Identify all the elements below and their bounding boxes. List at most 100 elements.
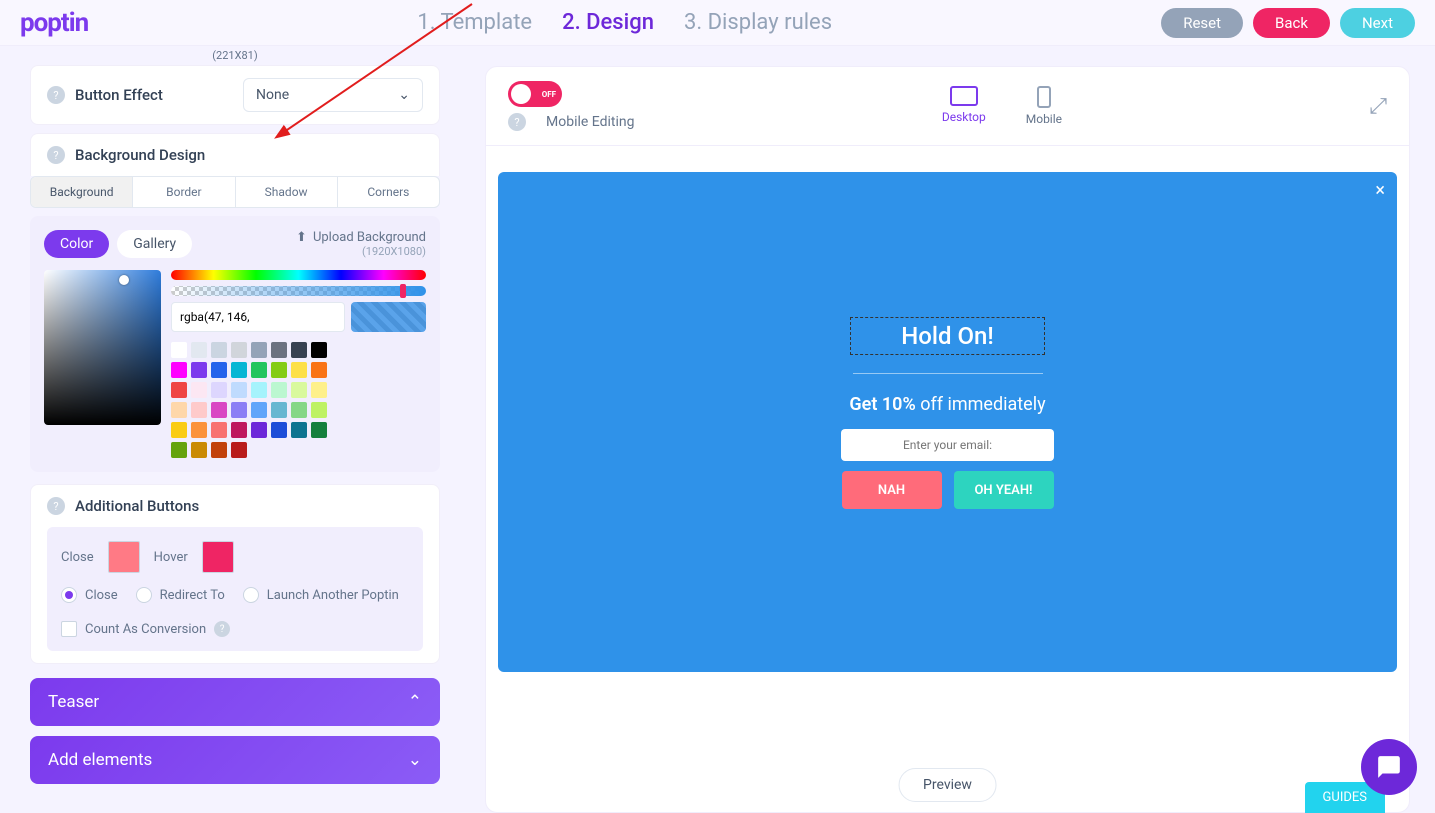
color-swatch[interactable] — [231, 422, 247, 438]
background-design-label: Background Design — [75, 146, 423, 164]
upload-background-link[interactable]: ⬆ Upload Background (1920X1080) — [296, 230, 426, 258]
color-swatch[interactable] — [271, 402, 287, 418]
color-swatch[interactable] — [231, 362, 247, 378]
color-swatch[interactable] — [271, 422, 287, 438]
radio-redirect[interactable]: Redirect To — [136, 587, 225, 603]
color-swatch[interactable] — [291, 422, 307, 438]
hover-color-swatch[interactable] — [202, 541, 234, 573]
color-swatch[interactable] — [271, 362, 287, 378]
chevron-down-icon: ⌄ — [408, 750, 422, 770]
color-swatch[interactable] — [171, 362, 187, 378]
color-swatch[interactable] — [211, 342, 227, 358]
color-swatch[interactable] — [311, 362, 327, 378]
color-swatch[interactable] — [311, 342, 327, 358]
color-swatch[interactable] — [191, 382, 207, 398]
checkbox-count-conversion[interactable]: Count As Conversion? — [61, 621, 230, 637]
color-swatch[interactable] — [191, 422, 207, 438]
hue-slider[interactable] — [171, 270, 426, 280]
help-icon[interactable]: ? — [47, 497, 65, 515]
color-swatch[interactable] — [231, 402, 247, 418]
color-swatch[interactable] — [271, 382, 287, 398]
mobile-editing-toggle[interactable]: OFF — [508, 81, 562, 107]
sidebar: (221X81) ? Button Effect None ⌄ ? Backgr… — [0, 46, 470, 813]
tab-corners[interactable]: Corners — [338, 177, 439, 207]
next-button[interactable]: Next — [1340, 8, 1415, 38]
popup-title-element[interactable]: Hold On! — [850, 317, 1045, 355]
color-swatch[interactable] — [171, 342, 187, 358]
color-gradient-picker[interactable] — [44, 270, 161, 425]
color-swatch[interactable] — [231, 342, 247, 358]
color-swatch[interactable] — [171, 402, 187, 418]
canvas-header: OFF ? Mobile Editing Desktop — [486, 67, 1409, 146]
button-effect-select[interactable]: None ⌄ — [243, 78, 423, 112]
help-icon[interactable]: ? — [508, 113, 526, 131]
fullscreen-icon[interactable]: ⤢ — [1369, 94, 1387, 119]
button-effect-label: Button Effect — [75, 86, 243, 104]
color-swatch[interactable] — [291, 382, 307, 398]
color-swatch[interactable] — [291, 402, 307, 418]
popup-subtitle[interactable]: Get 10% off immediately — [849, 394, 1045, 415]
color-input[interactable] — [171, 302, 345, 332]
popup-email-input[interactable] — [841, 429, 1054, 461]
color-swatch[interactable] — [191, 342, 207, 358]
color-swatch[interactable] — [231, 442, 247, 458]
color-swatch[interactable] — [211, 382, 227, 398]
chat-icon — [1376, 754, 1402, 780]
mobile-editing-label: Mobile Editing — [546, 114, 634, 130]
color-swatch[interactable] — [191, 402, 207, 418]
color-swatch[interactable] — [211, 362, 227, 378]
tab-border[interactable]: Border — [133, 177, 235, 207]
color-swatch[interactable] — [311, 422, 327, 438]
color-chip[interactable]: Color — [44, 230, 109, 258]
close-color-swatch[interactable] — [108, 541, 140, 573]
teaser-section[interactable]: Teaser ⌃ — [30, 678, 440, 726]
popup-yeah-button[interactable]: OH YEAH! — [954, 471, 1054, 509]
color-swatch[interactable] — [191, 362, 207, 378]
color-swatch[interactable] — [311, 402, 327, 418]
color-panel: Color Gallery ⬆ Upload Background (1920X… — [30, 216, 440, 472]
help-icon[interactable]: ? — [47, 146, 65, 164]
color-swatch[interactable] — [251, 422, 267, 438]
radio-close[interactable]: Close — [61, 587, 118, 603]
button-effect-row: ? Button Effect None ⌄ — [30, 65, 440, 125]
color-swatch[interactable] — [171, 422, 187, 438]
color-swatch[interactable] — [291, 362, 307, 378]
color-swatch[interactable] — [231, 382, 247, 398]
color-swatch[interactable] — [251, 382, 267, 398]
step-design[interactable]: 2. Design — [562, 10, 654, 35]
background-design-header: ? Background Design — [30, 133, 440, 176]
viewport-desktop[interactable]: Desktop — [942, 86, 986, 126]
radio-launch[interactable]: Launch Another Poptin — [243, 587, 399, 603]
tab-shadow[interactable]: Shadow — [236, 177, 338, 207]
color-swatch[interactable] — [191, 442, 207, 458]
chat-fab[interactable] — [1361, 739, 1417, 795]
color-swatch[interactable] — [211, 402, 227, 418]
color-swatch[interactable] — [211, 442, 227, 458]
color-swatch[interactable] — [311, 382, 327, 398]
color-swatch[interactable] — [211, 422, 227, 438]
desktop-icon — [950, 86, 978, 106]
viewport-mobile[interactable]: Mobile — [1026, 86, 1062, 126]
color-swatch[interactable] — [251, 362, 267, 378]
popup-close-button[interactable]: × — [1375, 180, 1385, 201]
help-icon[interactable]: ? — [214, 621, 230, 637]
gradient-handle[interactable] — [119, 275, 129, 285]
color-swatch[interactable] — [171, 382, 187, 398]
back-button[interactable]: Back — [1253, 8, 1330, 38]
color-swatch[interactable] — [291, 342, 307, 358]
add-elements-section[interactable]: Add elements ⌄ — [30, 736, 440, 784]
tab-background[interactable]: Background — [31, 177, 133, 207]
help-icon[interactable]: ? — [47, 86, 65, 104]
reset-button[interactable]: Reset — [1161, 8, 1243, 38]
mobile-icon — [1037, 86, 1051, 108]
preview-button[interactable]: Preview — [898, 768, 997, 802]
alpha-slider[interactable] — [171, 286, 426, 296]
popup-nah-button[interactable]: NAH — [842, 471, 942, 509]
step-template[interactable]: 1. Template — [417, 10, 532, 35]
step-display-rules[interactable]: 3. Display rules — [684, 10, 832, 35]
color-swatch[interactable] — [251, 342, 267, 358]
color-swatch[interactable] — [271, 342, 287, 358]
color-swatch[interactable] — [251, 402, 267, 418]
gallery-chip[interactable]: Gallery — [117, 230, 192, 258]
color-swatch[interactable] — [171, 442, 187, 458]
